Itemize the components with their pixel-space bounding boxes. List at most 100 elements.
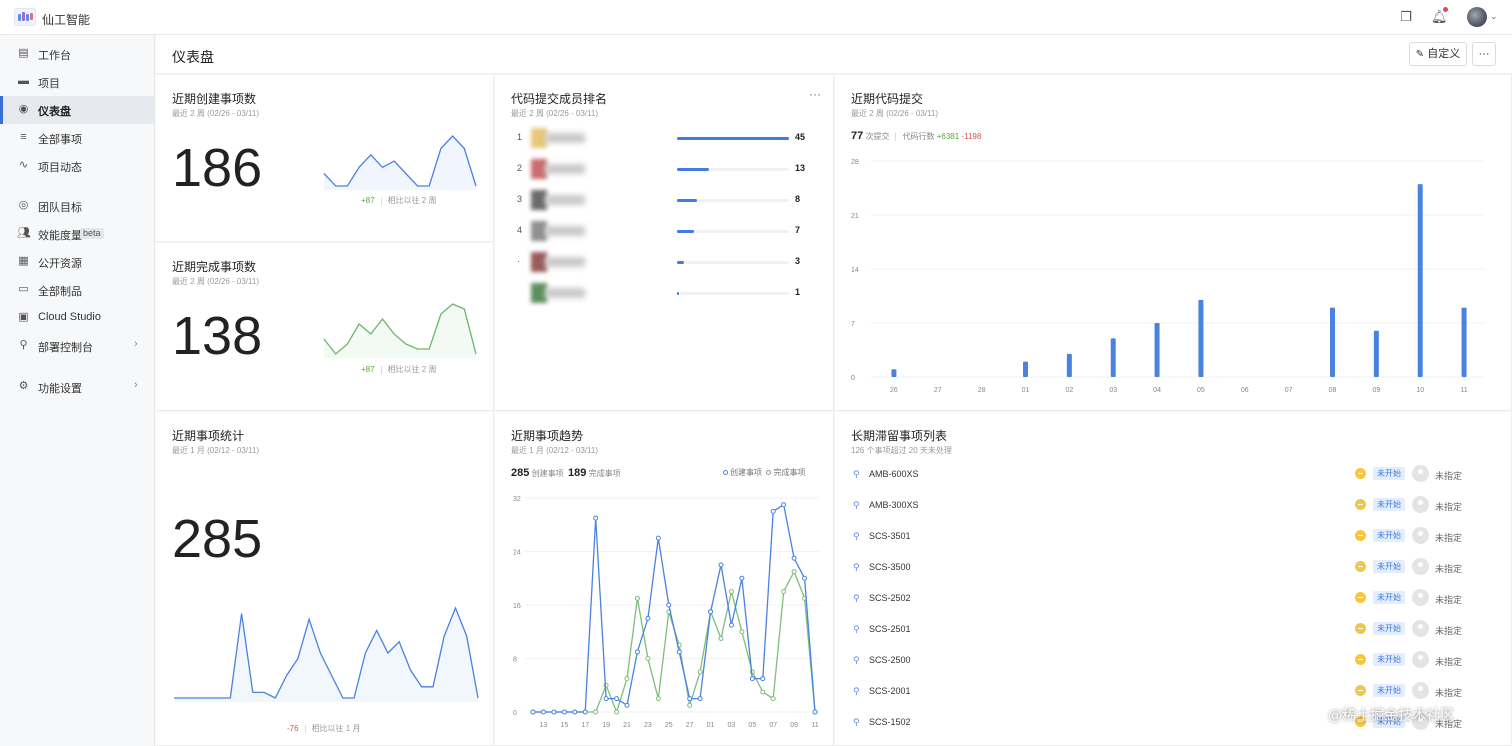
more-icon[interactable]: ··· xyxy=(809,87,821,101)
priority-icon[interactable] xyxy=(1355,623,1366,634)
stale-issue-row[interactable]: ⚲ AMB-600XS 未开始 未指定 xyxy=(835,459,1511,490)
sidebar-item[interactable]: ⚙ 功能设置 › xyxy=(0,373,155,401)
ranking-row[interactable]: · 3 xyxy=(495,252,833,272)
rank-index: 4 xyxy=(517,225,523,235)
assignee-name[interactable]: 未指定 xyxy=(1435,531,1462,544)
priority-icon[interactable] xyxy=(1355,499,1366,510)
stale-issue-row[interactable]: ⚲ SCS-2501 未开始 未指定 xyxy=(835,614,1511,645)
data-point xyxy=(812,709,818,715)
sidebar-item[interactable]: ◎ 团队目标 xyxy=(0,192,155,220)
issue-id[interactable]: SCS-2501 xyxy=(869,624,911,634)
settings-icon: ⚙ xyxy=(18,380,29,392)
sidebar-item[interactable]: 👥︎ 效能度量 beta xyxy=(0,220,155,248)
priority-icon[interactable] xyxy=(1355,561,1366,572)
priority-icon[interactable] xyxy=(1355,530,1366,541)
ranking-row[interactable]: 2 13 xyxy=(495,159,833,179)
status-badge[interactable]: 未开始 xyxy=(1373,498,1405,511)
priority-icon[interactable] xyxy=(1355,654,1366,665)
assignee-name[interactable]: 未指定 xyxy=(1435,686,1462,699)
sidebar-item[interactable]: ▬ 项目 xyxy=(0,68,155,96)
assignee-name[interactable]: 未指定 xyxy=(1435,469,1462,482)
watermark: @稀土掘金技术社区 xyxy=(1328,707,1455,723)
ranking-row[interactable]: 38 xyxy=(495,190,833,210)
priority-icon[interactable] xyxy=(1355,468,1366,479)
dashboard-icon: ◉ xyxy=(18,103,29,115)
workbench-icon: ▤ xyxy=(18,47,29,59)
sidebar-item[interactable]: ▦ 公开资源 xyxy=(0,248,155,276)
sidebar-item[interactable]: ◉ 仪表盘 xyxy=(0,96,155,124)
card-subtitle: 最近 2 周 (02/26 - 03/11) xyxy=(511,109,598,118)
completed-total: 189 xyxy=(568,467,587,479)
data-point xyxy=(645,656,651,661)
stale-issue-row[interactable]: ⚲ SCS-2502 未开始 未指定 xyxy=(835,583,1511,614)
status-badge[interactable]: 未开始 xyxy=(1373,529,1405,542)
stale-issue-row[interactable]: ⚲ SCS-2500 未开始 未指定 xyxy=(835,645,1511,676)
rank-bar-track xyxy=(677,137,789,140)
sidebar-item[interactable]: ▤ 工作台 xyxy=(0,40,155,68)
stale-issue-row[interactable]: ⚲ AMB-300XS 未开始 未指定 xyxy=(835,490,1511,521)
data-point xyxy=(718,562,724,568)
data-point xyxy=(614,709,620,715)
legend-completed: 完成事项 xyxy=(773,468,806,477)
more-button[interactable]: ··· xyxy=(1472,42,1496,66)
sidebar-item[interactable]: ▣ Cloud Studio xyxy=(0,304,155,332)
issue-id[interactable]: SCS-2502 xyxy=(869,593,911,603)
user-avatar[interactable] xyxy=(1467,7,1487,27)
data-point xyxy=(530,709,536,715)
card-subtitle: 最近 2 周 (02/26 - 03/11) xyxy=(172,277,259,286)
ranking-row[interactable]: 1 xyxy=(495,283,833,303)
sidebar-item[interactable]: ⚲ 部署控制台 › xyxy=(0,332,155,360)
rank-value: 8 xyxy=(795,194,801,204)
stale-issue-row[interactable]: ⚲ SCS-2001 未开始 未指定 xyxy=(835,676,1511,707)
issue-id[interactable]: SCS-3501 xyxy=(869,531,911,541)
sidebar-item[interactable]: ∿ 项目动态 xyxy=(0,152,155,180)
data-point xyxy=(572,709,578,715)
stale-issue-row[interactable]: ⚲ SCS-3501 未开始 未指定 xyxy=(835,521,1511,552)
assignee-name[interactable]: 未指定 xyxy=(1435,624,1462,637)
sidebar-item[interactable]: ≡ 全部事项 xyxy=(0,124,155,152)
stats-delta: -76 相比以往 1 月 xyxy=(287,723,360,734)
ranking-row[interactable]: 47 xyxy=(495,221,833,241)
assignee-name[interactable]: 未指定 xyxy=(1435,655,1462,668)
card-title: 代码提交成员排名 xyxy=(511,92,608,106)
data-point xyxy=(676,649,682,655)
status-badge[interactable]: 未开始 xyxy=(1373,622,1405,635)
member-name-blurred xyxy=(545,195,585,205)
issue-id[interactable]: SCS-1502 xyxy=(869,717,911,727)
stale-issue-row[interactable]: ⚲ SCS-3500 未开始 未指定 xyxy=(835,552,1511,583)
trend-line-chart: 0 8 16 24 32 13 15 17 19 21 23 25 27 01 03 05 07 09 11 xyxy=(513,496,819,729)
x-tick-label: 06 xyxy=(1241,387,1249,394)
ranking-row[interactable]: 1 45 xyxy=(495,128,833,148)
bar xyxy=(1417,184,1423,377)
beta-badge: beta xyxy=(80,228,104,239)
sidebar-item[interactable]: ▭ 全部制品 xyxy=(0,276,155,304)
completed-sparkline xyxy=(323,303,477,358)
stats-count: 285 xyxy=(172,509,263,569)
status-badge[interactable]: 未开始 xyxy=(1373,653,1405,666)
status-badge[interactable]: 未开始 xyxy=(1373,560,1405,573)
commit-count: 77 xyxy=(851,130,864,142)
issue-id[interactable]: SCS-3500 xyxy=(869,562,911,572)
series-line xyxy=(533,570,816,714)
priority-icon[interactable] xyxy=(1355,685,1366,696)
sparkline-area xyxy=(324,304,476,358)
issue-id[interactable]: AMB-600XS xyxy=(869,469,919,479)
issue-id[interactable]: AMB-300XS xyxy=(869,500,919,510)
status-badge[interactable]: 未开始 xyxy=(1373,467,1405,480)
status-badge[interactable]: 未开始 xyxy=(1373,684,1405,697)
priority-icon[interactable] xyxy=(1355,592,1366,603)
window-icon[interactable]: ❐ xyxy=(1398,9,1414,25)
assignee-name[interactable]: 未指定 xyxy=(1435,562,1462,575)
assignee-name[interactable]: 未指定 xyxy=(1435,500,1462,513)
lines-removed: -1198 xyxy=(961,132,982,141)
rank-bar-fill xyxy=(677,199,697,202)
assignee-name[interactable]: 未指定 xyxy=(1435,593,1462,606)
customize-button[interactable]: ✎ 自定义 xyxy=(1409,42,1467,66)
issue-id[interactable]: SCS-2001 xyxy=(869,686,911,696)
chevron-down-icon[interactable]: ⌄ xyxy=(1490,11,1498,22)
location-pin-icon: ⚲ xyxy=(853,717,860,727)
status-badge[interactable]: 未开始 xyxy=(1373,591,1405,604)
data-point xyxy=(655,535,661,541)
issue-id[interactable]: SCS-2500 xyxy=(869,655,911,665)
app-logo-icon[interactable] xyxy=(14,8,36,26)
